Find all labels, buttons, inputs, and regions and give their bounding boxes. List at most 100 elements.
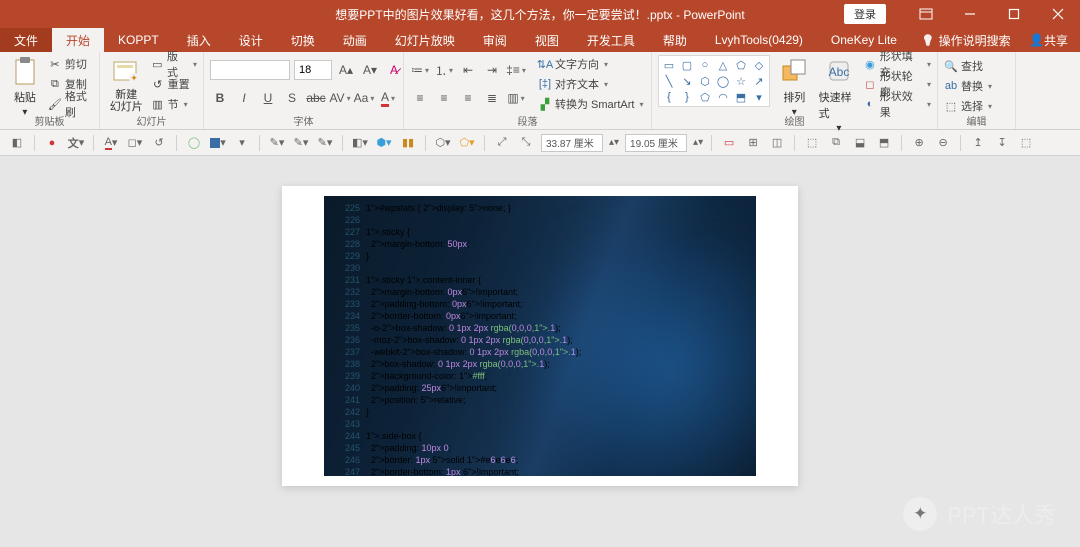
qat-btn-1[interactable]: ◧ [8, 134, 26, 152]
change-case-button[interactable]: Aa [354, 88, 374, 108]
align-text-button[interactable]: [‡]对齐文本 [538, 75, 643, 93]
qat-height-field[interactable]: 19.05 厘米 [625, 134, 687, 152]
font-family-select[interactable] [210, 60, 290, 80]
qat-btn-29[interactable]: ↥ [969, 134, 987, 152]
qat-btn-26[interactable]: ⬒ [875, 134, 893, 152]
italic-button[interactable]: I [234, 88, 254, 108]
qat-btn-24[interactable]: ⧉ [827, 134, 845, 152]
decrease-indent-button[interactable]: ⇤ [458, 60, 478, 80]
qat-btn-13[interactable]: ◧▾ [351, 134, 369, 152]
justify-button[interactable]: ≣ [482, 88, 502, 108]
arrange-button[interactable]: 排列▾ [774, 55, 815, 118]
tab-lvyhtools[interactable]: LvyhTools(0429) [701, 28, 817, 52]
group-editing-label: 编辑 [938, 113, 1015, 128]
bold-button[interactable]: B [210, 88, 230, 108]
qat-btn-8[interactable]: ▾ [209, 134, 227, 152]
qat-btn-5[interactable]: ◻▾ [126, 134, 144, 152]
char-spacing-button[interactable]: AV [330, 88, 350, 108]
tab-animations[interactable]: 动画 [329, 28, 381, 52]
qat-btn-30[interactable]: ↧ [993, 134, 1011, 152]
qat-btn-16[interactable]: ⬡▾ [434, 134, 452, 152]
tell-me-search[interactable]: 操作说明搜索 [911, 28, 1021, 52]
tab-slideshow[interactable]: 幻灯片放映 [381, 28, 469, 52]
qat-btn-31[interactable]: ⬚ [1017, 134, 1035, 152]
tab-transitions[interactable]: 切换 [277, 28, 329, 52]
qat-btn-3[interactable]: 文▾ [67, 134, 85, 152]
section-button[interactable]: ▥节 [151, 95, 197, 113]
tab-koppt[interactable]: KOPPT [104, 28, 173, 52]
increase-font-button[interactable]: A▴ [336, 60, 356, 80]
ribbon-display-options[interactable] [904, 0, 948, 28]
qat-btn-2[interactable]: ● [43, 134, 61, 152]
qat-btn-6[interactable]: ↺ [150, 134, 168, 152]
shapes-gallery[interactable]: ▭▢○△⬠◇ ╲↘⬡◯☆↗ {}⬠◠⬒▾ [658, 55, 770, 107]
paste-button[interactable]: 粘贴▾ [6, 55, 44, 118]
qat-btn-7[interactable]: ◯ [185, 134, 203, 152]
minimize-button[interactable] [948, 0, 992, 28]
format-painter-button[interactable]: 🖌格式刷 [48, 95, 93, 113]
login-button[interactable]: 登录 [844, 4, 886, 24]
columns-button[interactable]: ▥ [506, 88, 526, 108]
share-button[interactable]: 👤 共享 [1029, 28, 1068, 52]
qat-btn-27[interactable]: ⊕ [910, 134, 928, 152]
shape-effects-button[interactable]: ◐形状效果 [863, 95, 931, 113]
qat-btn-25[interactable]: ⬓ [851, 134, 869, 152]
clear-formatting-button[interactable]: A̷ [384, 60, 404, 80]
tab-home[interactable]: 开始 [52, 28, 104, 52]
slide-image[interactable]: 2251">#wpstats { 2">display: 5">none; }2… [324, 196, 756, 476]
find-button[interactable]: 🔍查找 [944, 57, 992, 75]
qat-btn-22[interactable]: ◫ [768, 134, 786, 152]
tab-developer[interactable]: 开发工具 [573, 28, 649, 52]
layout-button[interactable]: ▭版式 [151, 55, 197, 73]
strikethrough-button[interactable]: abc [306, 88, 326, 108]
qat-width-field[interactable]: 33.87 厘米 [541, 134, 603, 152]
tab-view[interactable]: 视图 [521, 28, 573, 52]
convert-smartart-button[interactable]: ▞转换为 SmartArt [538, 95, 643, 113]
group-editing: 🔍查找 ab替换 ⬚选择 编辑 [938, 52, 1016, 129]
qat-btn-9[interactable]: ▾ [233, 134, 251, 152]
watermark-text: PPT达人秀 [947, 498, 1056, 530]
slide[interactable]: 2251">#wpstats { 2">display: 5">none; }2… [282, 186, 798, 486]
qat-btn-12[interactable]: ✎▾ [316, 134, 334, 152]
replace-button[interactable]: ab替换 [944, 77, 992, 95]
bullets-button[interactable]: ≔ [410, 60, 430, 80]
cut-button[interactable]: ✂剪切 [48, 55, 93, 73]
qat-btn-21[interactable]: ⊞ [744, 134, 762, 152]
tab-design[interactable]: 设计 [225, 28, 277, 52]
close-button[interactable] [1036, 0, 1080, 28]
numbering-button[interactable]: ⒈ [434, 60, 454, 80]
svg-text:Abc: Abc [829, 65, 850, 79]
window-title: 想要PPT中的图片效果好看，这几个方法，你一定要尝试！.pptx - Power… [335, 6, 744, 23]
align-right-button[interactable]: ≡ [458, 88, 478, 108]
qat-btn-15[interactable]: ▮▮ [399, 134, 417, 152]
qat-btn-11[interactable]: ✎▾ [292, 134, 310, 152]
maximize-button[interactable] [992, 0, 1036, 28]
font-color-button[interactable]: A [378, 88, 398, 108]
slide-canvas[interactable]: 2251">#wpstats { 2">display: 5">none; }2… [0, 156, 1080, 547]
qat-btn-28[interactable]: ⊖ [934, 134, 952, 152]
qat-btn-10[interactable]: ✎▾ [268, 134, 286, 152]
qat-btn-18[interactable]: ⤢ [493, 134, 511, 152]
line-spacing-button[interactable]: ‡≡ [506, 60, 526, 80]
qat-btn-4[interactable]: A▾ [102, 134, 120, 152]
font-size-select[interactable] [294, 60, 332, 80]
group-drawing: ▭▢○△⬠◇ ╲↘⬡◯☆↗ {}⬠◠⬒▾ 排列▾ Abc 快速样式▾ ◉形状填充… [652, 52, 938, 129]
tab-review[interactable]: 审阅 [469, 28, 521, 52]
qat-btn-19[interactable]: ⤡ [517, 134, 535, 152]
new-slide-button[interactable]: ✦ 新建 幻灯片 [106, 55, 147, 113]
text-direction-button[interactable]: ⇅A文字方向 [538, 55, 643, 73]
text-direction-icon: ⇅A [538, 57, 552, 71]
underline-button[interactable]: U [258, 88, 278, 108]
qat-btn-23[interactable]: ⬚ [803, 134, 821, 152]
qat-btn-17[interactable]: ⬠▾ [458, 134, 476, 152]
shadow-button[interactable]: S [282, 88, 302, 108]
decrease-font-button[interactable]: A▾ [360, 60, 380, 80]
align-left-button[interactable]: ≡ [410, 88, 430, 108]
tab-help[interactable]: 帮助 [649, 28, 701, 52]
align-center-button[interactable]: ≡ [434, 88, 454, 108]
tab-file[interactable]: 文件 [0, 28, 52, 52]
increase-indent-button[interactable]: ⇥ [482, 60, 502, 80]
reset-button[interactable]: ↺重置 [151, 75, 197, 93]
qat-btn-14[interactable]: ⬢▾ [375, 134, 393, 152]
qat-btn-20[interactable]: ▭ [720, 134, 738, 152]
